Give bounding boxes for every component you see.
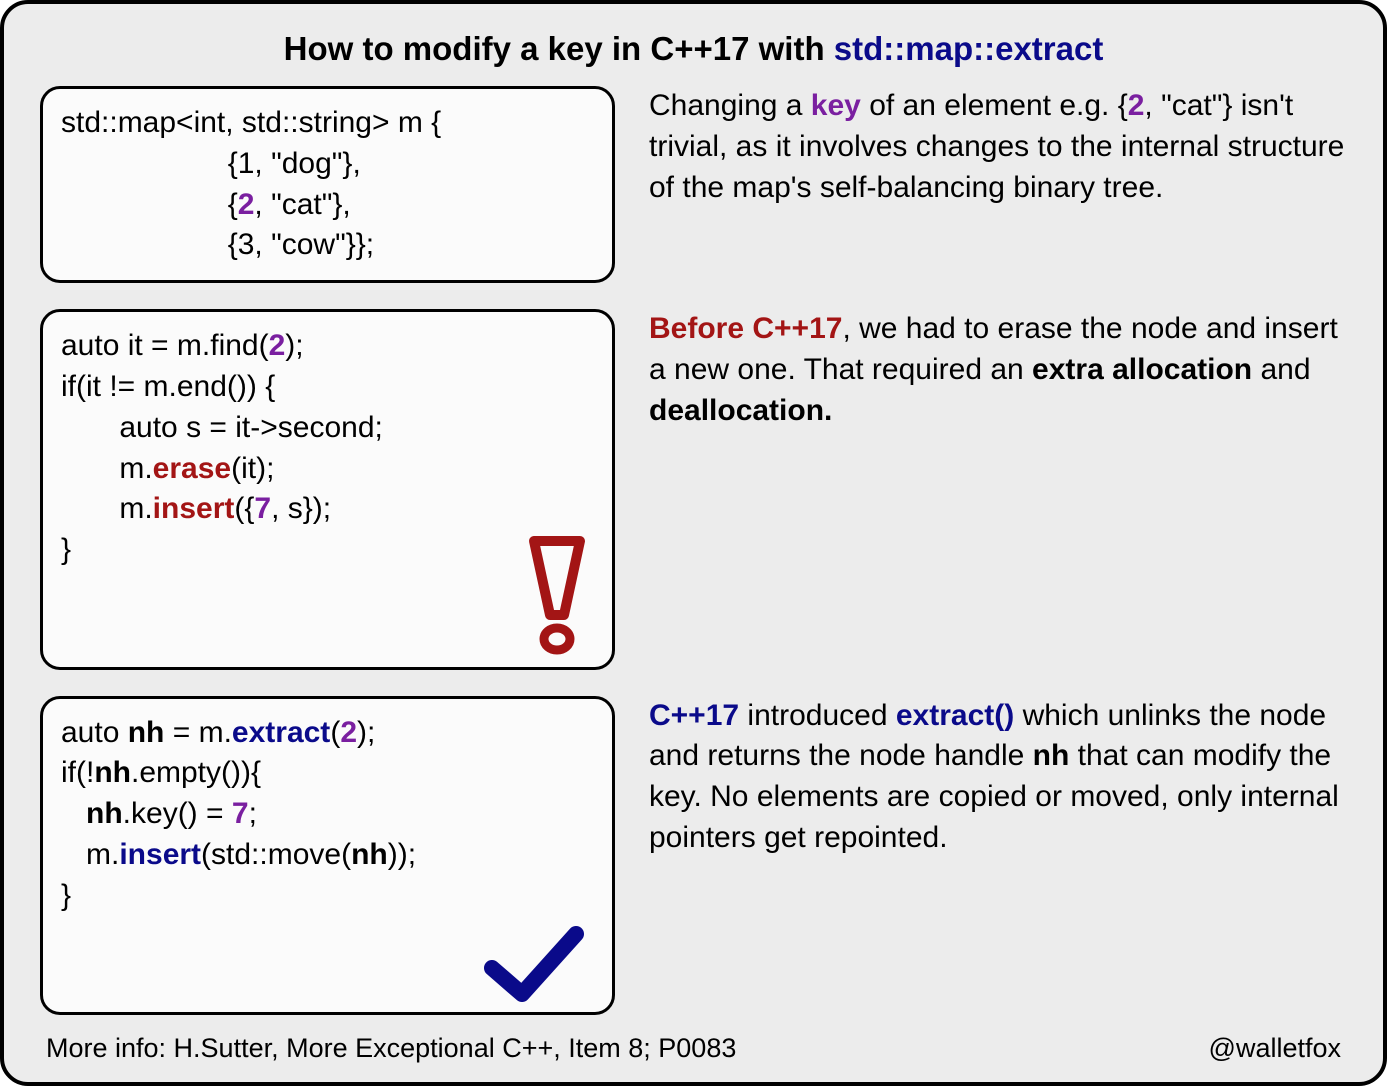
code-insert: insert xyxy=(153,492,235,525)
code-nh: nh xyxy=(351,838,388,871)
code-key: 7 xyxy=(254,492,271,525)
text-extract: extract() xyxy=(896,699,1014,732)
title-text: How to modify a key in C++17 with xyxy=(284,30,834,67)
code-extract: extract xyxy=(232,716,330,749)
code-line: ( xyxy=(330,716,340,749)
code-line: auto xyxy=(61,716,128,749)
code-line: ; xyxy=(249,797,257,830)
code-line: = m. xyxy=(164,716,232,749)
code-line: m. xyxy=(61,838,119,871)
text: of an element e.g. { xyxy=(861,89,1128,122)
code-line: .empty()){ xyxy=(131,756,261,789)
text-nh: nh xyxy=(1033,739,1070,772)
code-line: if(! xyxy=(61,756,94,789)
code-line: std::map<int, std::string> m { xyxy=(61,106,441,139)
code-line: .key() = xyxy=(123,797,232,830)
row-before-cpp17: auto it = m.find(2); if(it != m.end()) {… xyxy=(40,309,1347,669)
checkmark-icon xyxy=(484,926,584,1006)
text-bold: extra allocation xyxy=(1032,353,1252,386)
code-block-3: auto nh = m.extract(2); if(!nh.empty()){… xyxy=(40,696,615,1016)
text: and xyxy=(1252,353,1310,386)
code-line: (it); xyxy=(231,452,274,485)
explain-3: C++17 introduced extract() which unlinks… xyxy=(649,696,1347,859)
code-line: , s}); xyxy=(271,492,331,525)
code-line: )); xyxy=(388,838,416,871)
code-line: (std::move( xyxy=(201,838,351,871)
footer: More info: H.Sutter, More Exceptional C+… xyxy=(40,1033,1347,1070)
code-line: } xyxy=(61,533,71,566)
infographic-card: How to modify a key in C++17 with std::m… xyxy=(0,0,1387,1086)
exclamation-icon xyxy=(528,535,586,655)
code-line: m. xyxy=(61,452,153,485)
text: introduced xyxy=(739,699,896,732)
code-nh: nh xyxy=(86,797,123,830)
code-nh: nh xyxy=(94,756,131,789)
explain-2: Before C++17, we had to erase the node a… xyxy=(649,309,1347,431)
text: Changing a xyxy=(649,89,811,122)
text-key: 2 xyxy=(1128,89,1145,122)
text-cpp17: C++17 xyxy=(649,699,739,732)
code-block-2: auto it = m.find(2); if(it != m.end()) {… xyxy=(40,309,615,669)
footer-handle: @walletfox xyxy=(1209,1033,1341,1064)
code-line: auto s = it->second; xyxy=(61,411,383,444)
row-cpp17: auto nh = m.extract(2); if(!nh.empty()){… xyxy=(40,696,1347,1016)
code-line: m. xyxy=(61,492,153,525)
code-line: { xyxy=(61,188,238,221)
code-line: if(it != m.end()) { xyxy=(61,370,275,403)
text-key: key xyxy=(811,89,861,122)
footer-reference: More info: H.Sutter, More Exceptional C+… xyxy=(46,1033,736,1064)
code-key: 2 xyxy=(340,716,357,749)
code-line: {3, "cow"}}; xyxy=(61,228,374,261)
code-line: ); xyxy=(285,329,303,362)
text-before: Before C++17 xyxy=(649,312,842,345)
title-highlight: std::map::extract xyxy=(834,30,1104,67)
row-map-declaration: std::map<int, std::string> m { {1, "dog"… xyxy=(40,86,1347,283)
content-rows: std::map<int, std::string> m { {1, "dog"… xyxy=(40,86,1347,1015)
code-line: auto it = m.find( xyxy=(61,329,269,362)
code-insert: insert xyxy=(119,838,201,871)
code-line xyxy=(61,797,86,830)
code-line: {1, "dog"}, xyxy=(61,147,361,180)
code-line: ({ xyxy=(234,492,254,525)
code-key: 2 xyxy=(269,329,286,362)
text-bold: deallocation. xyxy=(649,394,832,427)
code-line: ); xyxy=(357,716,375,749)
code-block-1: std::map<int, std::string> m { {1, "dog"… xyxy=(40,86,615,283)
code-line: } xyxy=(61,879,71,912)
code-erase: erase xyxy=(153,452,231,485)
code-key: 7 xyxy=(232,797,249,830)
code-line: , "cat"}, xyxy=(254,188,350,221)
code-key: 2 xyxy=(238,188,255,221)
explain-1: Changing a key of an element e.g. {2, "c… xyxy=(649,86,1347,208)
title: How to modify a key in C++17 with std::m… xyxy=(40,30,1347,68)
code-nh: nh xyxy=(128,716,165,749)
